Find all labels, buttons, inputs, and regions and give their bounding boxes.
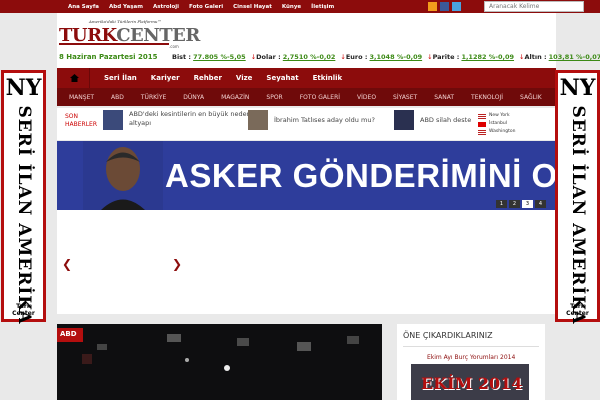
ad-vertical-text: SERİ İLAN AMERİKA [567,105,588,325]
slider-page-3[interactable]: 3 [522,200,533,208]
chevron-right-icon[interactable]: ❯ [172,257,182,271]
cat-siyaset[interactable]: SİYASET [393,94,417,101]
headline-slider[interactable]: ASKER GÖNDERİMİNİ ONAYLADI 1 2 3 4 [57,141,556,210]
facebook-icon[interactable] [440,2,449,11]
topnav-abd-yasam[interactable]: Abd Yaşam [109,4,143,10]
news-thumbnail [248,110,268,130]
ad-footer: Turk Center [566,303,589,317]
ad-ny-text: NY [5,75,42,101]
search-input[interactable] [484,1,584,12]
breaking-item[interactable]: ABD silah deste [394,110,474,138]
us-flag-icon [478,129,486,135]
featured-panel: ÖNE ÇIKARDIKLARINIZ Ekim Ayı Burç Yoruml… [397,324,545,400]
logo-tagline: Amerika'daki Türklerin Platformu™ [89,19,162,24]
twitter-icon[interactable] [452,2,461,11]
ad-ny-text: NY [559,75,596,101]
featured-image-text: EKİM 2014 [421,374,523,393]
logo-domain: .com [169,44,179,49]
secondary-slider: ❮ ❯ [57,210,556,314]
cat-spor[interactable]: SPOR [266,94,282,101]
side-ad-left[interactable]: NY SERİ İLAN AMERİKA Turk Center [1,70,46,325]
ticker-bist: Bist : 77.805 %-5,05 [172,53,246,61]
logo[interactable]: Amerika'daki Türklerin Platformu™ TURKCE… [59,17,200,51]
featured-image[interactable]: EKİM 2014 [411,364,529,400]
topnav-kunye[interactable]: Künye [282,4,301,10]
top-nav: Ana Sayfa Abd Yaşam Astroloji Foto Galer… [68,0,334,13]
cat-foto-galeri[interactable]: FOTO GALERİ [300,94,340,101]
social-icons [428,2,461,11]
category-nav: MANŞET ABD TÜRKİYE DÜNYA MAGAZİN SPOR FO… [57,88,556,106]
cat-magazin[interactable]: MAGAZİN [221,94,249,101]
cat-dunya[interactable]: DÜNYA [183,94,204,101]
nav-kariyer[interactable]: Kariyer [151,74,180,82]
topnav-iletisim[interactable]: İletişim [311,4,334,10]
chevron-left-icon[interactable]: ❮ [62,257,72,271]
cat-sanat[interactable]: SANAT [434,94,454,101]
slider-headline: ASKER GÖNDERİMİNİ ONAYLADI [165,157,556,194]
featured-title: ÖNE ÇIKARDIKLARINIZ [403,331,493,340]
nav-divider [89,68,90,88]
featured-item-link[interactable]: Ekim Ayı Burç Yorumları 2014 [427,354,515,361]
cat-turkiye[interactable]: TÜRKİYE [141,94,166,101]
nav-seyahat[interactable]: Seyahat [266,74,298,82]
slider-page-1[interactable]: 1 [496,200,507,208]
market-ticker: Bist : 77.805 %-5,05 ↓Dolar : 2,7510 %-0… [172,53,600,61]
topnav-cinsel-hayat[interactable]: Cinsel Hayat [233,4,272,10]
side-ad-right[interactable]: NY SERİ İLAN AMERİKA Turk Center [555,70,600,325]
cat-manset[interactable]: MANŞET [69,94,94,101]
slider-page-2[interactable]: 2 [509,200,520,208]
cat-video[interactable]: VİDEO [357,94,376,101]
breaking-item[interactable]: İbrahim Tatlıses aday oldu mu? [248,110,388,138]
main-nav: Seri İlan Kariyer Rehber Vize Seyahat Et… [57,68,556,88]
slider-page-4[interactable]: 4 [535,200,546,208]
topnav-ana-sayfa[interactable]: Ana Sayfa [68,4,99,10]
topnav-foto-galeri[interactable]: Foto Galeri [189,4,223,10]
nav-vize[interactable]: Vize [236,74,253,82]
slider-pagination: 1 2 3 4 [496,200,546,208]
category-tag[interactable]: ABD [57,328,83,342]
breaking-news: SON HABERLER ABD'deki kesintilerin en büy… [57,108,556,140]
world-clock: New York İstanbul Washington [478,112,538,136]
news-thumbnail [394,110,414,130]
ad-footer: Turk Center [12,303,35,317]
news-thumbnail [103,110,123,130]
cat-saglik[interactable]: SAĞLIK [520,94,542,101]
ad-vertical-text: SERİ İLAN AMERİKA [13,105,34,325]
cat-teknoloji[interactable]: TEKNOLOJİ [471,94,503,101]
nav-seri-ilan[interactable]: Seri İlan [104,74,137,82]
content-area: ABD ÖNE ÇIKARDIKLARINIZ Ekim Ayı Burç Yo… [57,322,556,400]
breaking-label: SON HABERLER [65,113,97,128]
cat-abd[interactable]: ABD [111,94,124,101]
news-photo-panel[interactable]: ABD [57,324,382,400]
us-flag-icon [478,113,486,119]
nav-etkinlik[interactable]: Etkinlik [313,74,343,82]
current-date: 8 Haziran Pazartesi 2015 [59,53,158,61]
rss-icon[interactable] [428,2,437,11]
ticker-altin: ↓Altın : 103,81 %-0,07 [519,53,600,61]
news-photo [57,324,382,400]
featured-divider [403,346,539,347]
ticker-dolar: ↓Dolar : 2,7510 %-0,02 [250,53,336,61]
ticker-euro: ↓Euro : 3,1048 %-0,09 [340,53,423,61]
tr-flag-icon [478,121,486,127]
logo-underline [59,43,169,45]
topnav-astroloji[interactable]: Astroloji [153,4,179,10]
ticker-parite: ↓Parite : 1,1282 %-0,09 [427,53,515,61]
nav-rehber[interactable]: Rehber [194,74,222,82]
home-icon[interactable] [67,68,81,88]
portrait-image [83,141,163,210]
